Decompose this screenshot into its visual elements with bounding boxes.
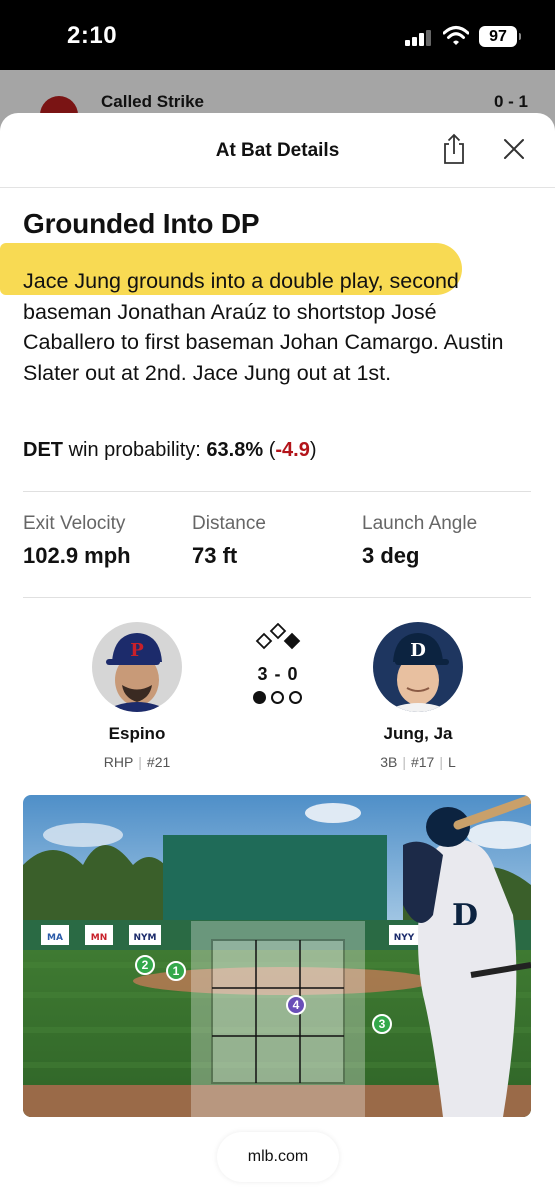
wifi-icon	[443, 26, 469, 45]
batter-number: #17	[410, 754, 435, 770]
sign-text: MN	[91, 933, 108, 943]
status-bar: 2:10 97	[0, 0, 555, 70]
batter-name[interactable]: Jung, Ja	[348, 724, 488, 744]
cellular-signal-icon	[405, 30, 433, 46]
sheet-header: At Bat Details	[0, 113, 555, 188]
bases-icon	[255, 623, 301, 650]
divider	[23, 491, 531, 492]
close-icon[interactable]	[500, 135, 528, 163]
batter-bats: L	[447, 754, 456, 770]
sign-text: NYY	[394, 933, 415, 943]
background-row-count: 0 - 1	[493, 92, 528, 111]
divider	[23, 597, 531, 598]
share-icon[interactable]	[440, 133, 468, 165]
stat-label: Exit Velocity	[23, 513, 126, 534]
status-time: 2:10	[67, 22, 118, 49]
pitcher-cap-letter: P	[130, 640, 144, 661]
stat-distance: Distance 73 ft	[192, 513, 266, 569]
sheet-title: At Bat Details	[215, 140, 340, 161]
background-row-label: Called Strike	[101, 92, 204, 111]
play-title: Grounded Into DP	[23, 208, 260, 239]
pitch-marker[interactable]: 4	[286, 995, 306, 1015]
field-scene: MA MN NYM NYY D	[23, 795, 531, 1117]
stat-value: 102.9 mph	[23, 543, 131, 568]
stat-value: 3 deg	[362, 543, 420, 568]
at-bat-details-sheet: At Bat Details Grounded Into DP Jace Jun…	[0, 113, 555, 1200]
out-empty-icon	[289, 691, 302, 704]
pitcher-number: #21	[146, 754, 171, 770]
outs-indicator	[253, 691, 305, 705]
battery-icon: 97	[479, 26, 521, 47]
out-filled-icon	[253, 691, 266, 704]
win-prob-delta: -4.9	[275, 439, 310, 461]
play-description: Jace Jung grounds into a double play, se…	[23, 269, 504, 385]
batter-avatar[interactable]: D	[373, 622, 463, 712]
ball-strike-count: 3 - 0	[257, 664, 299, 684]
win-prob-paren-close: )	[309, 439, 317, 461]
pitch-marker[interactable]: 1	[166, 961, 186, 981]
stat-label: Launch Angle	[362, 513, 478, 534]
pitch-marker[interactable]: 3	[372, 1014, 392, 1034]
stat-value: 73 ft	[192, 543, 238, 568]
batter-cap-letter: D	[410, 640, 426, 661]
pitch-marker[interactable]: 2	[135, 955, 155, 975]
batter-position: 3B	[380, 754, 398, 770]
stat-label: Distance	[192, 513, 266, 534]
win-prob-label: win probability:	[68, 439, 201, 461]
out-empty-icon	[271, 691, 284, 704]
pitcher-hand: RHP	[103, 754, 134, 770]
pitcher-avatar[interactable]: P	[92, 622, 182, 712]
win-probability: DET win probability: 63.8% (-4.9)	[23, 439, 317, 462]
jersey-letter: D	[452, 898, 478, 933]
pitch-location-field: MA MN NYM NYY D 2 1 4 3	[23, 795, 531, 1117]
sign-text: MA	[47, 933, 63, 943]
batter-meta: 3B | #17 | L	[380, 754, 456, 770]
source-link[interactable]: mlb.com	[217, 1132, 339, 1182]
sign-text: NYM	[133, 933, 156, 943]
win-prob-paren-open: (	[263, 439, 276, 461]
pitcher-name[interactable]: Espino	[67, 724, 207, 744]
win-prob-team: DET	[23, 439, 63, 461]
pitcher-meta: RHP | #21	[103, 754, 171, 770]
stat-launch-angle: Launch Angle 3 deg	[362, 513, 477, 569]
stat-exit-velocity: Exit Velocity 102.9 mph	[23, 513, 131, 569]
win-prob-percent: 63.8%	[206, 439, 264, 461]
